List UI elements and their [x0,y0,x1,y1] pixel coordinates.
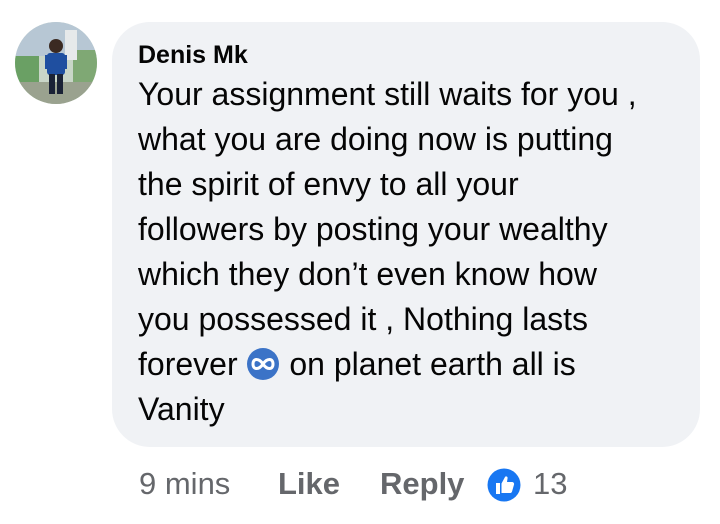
reply-button[interactable]: Reply [380,466,464,502]
comment-line: you possessed it , Nothing lasts [138,301,589,337]
profile-photo [15,22,97,104]
comment-line: what you are doing now is putting [138,121,613,157]
comment-line-part: on planet earth all is [289,346,576,382]
comment-line: Vanity [138,391,225,427]
comment-line: forever on planet earth all is [138,342,683,387]
comment-line: Your assignment still waits for you , [138,76,637,112]
thumbs-up-icon[interactable] [487,468,521,502]
comment-line: which they don’t even know how [138,256,597,292]
comment-timestamp[interactable]: 9 mins [139,466,230,502]
reaction-count[interactable]: 13 [533,466,567,502]
like-button[interactable]: Like [278,466,340,502]
infinity-emoji-icon [247,348,280,380]
comment-actions: 9 mins Like Reply 13 [0,462,720,506]
comment-text: Your assignment still waits for you , wh… [138,72,683,432]
comment-author[interactable]: Denis Mk [138,40,248,70]
comment-line: followers by posting your wealthy [138,211,608,247]
avatar[interactable] [15,22,97,104]
comment-line-part: forever [138,346,238,382]
comment-line: the spirit of envy to all your [138,166,519,202]
